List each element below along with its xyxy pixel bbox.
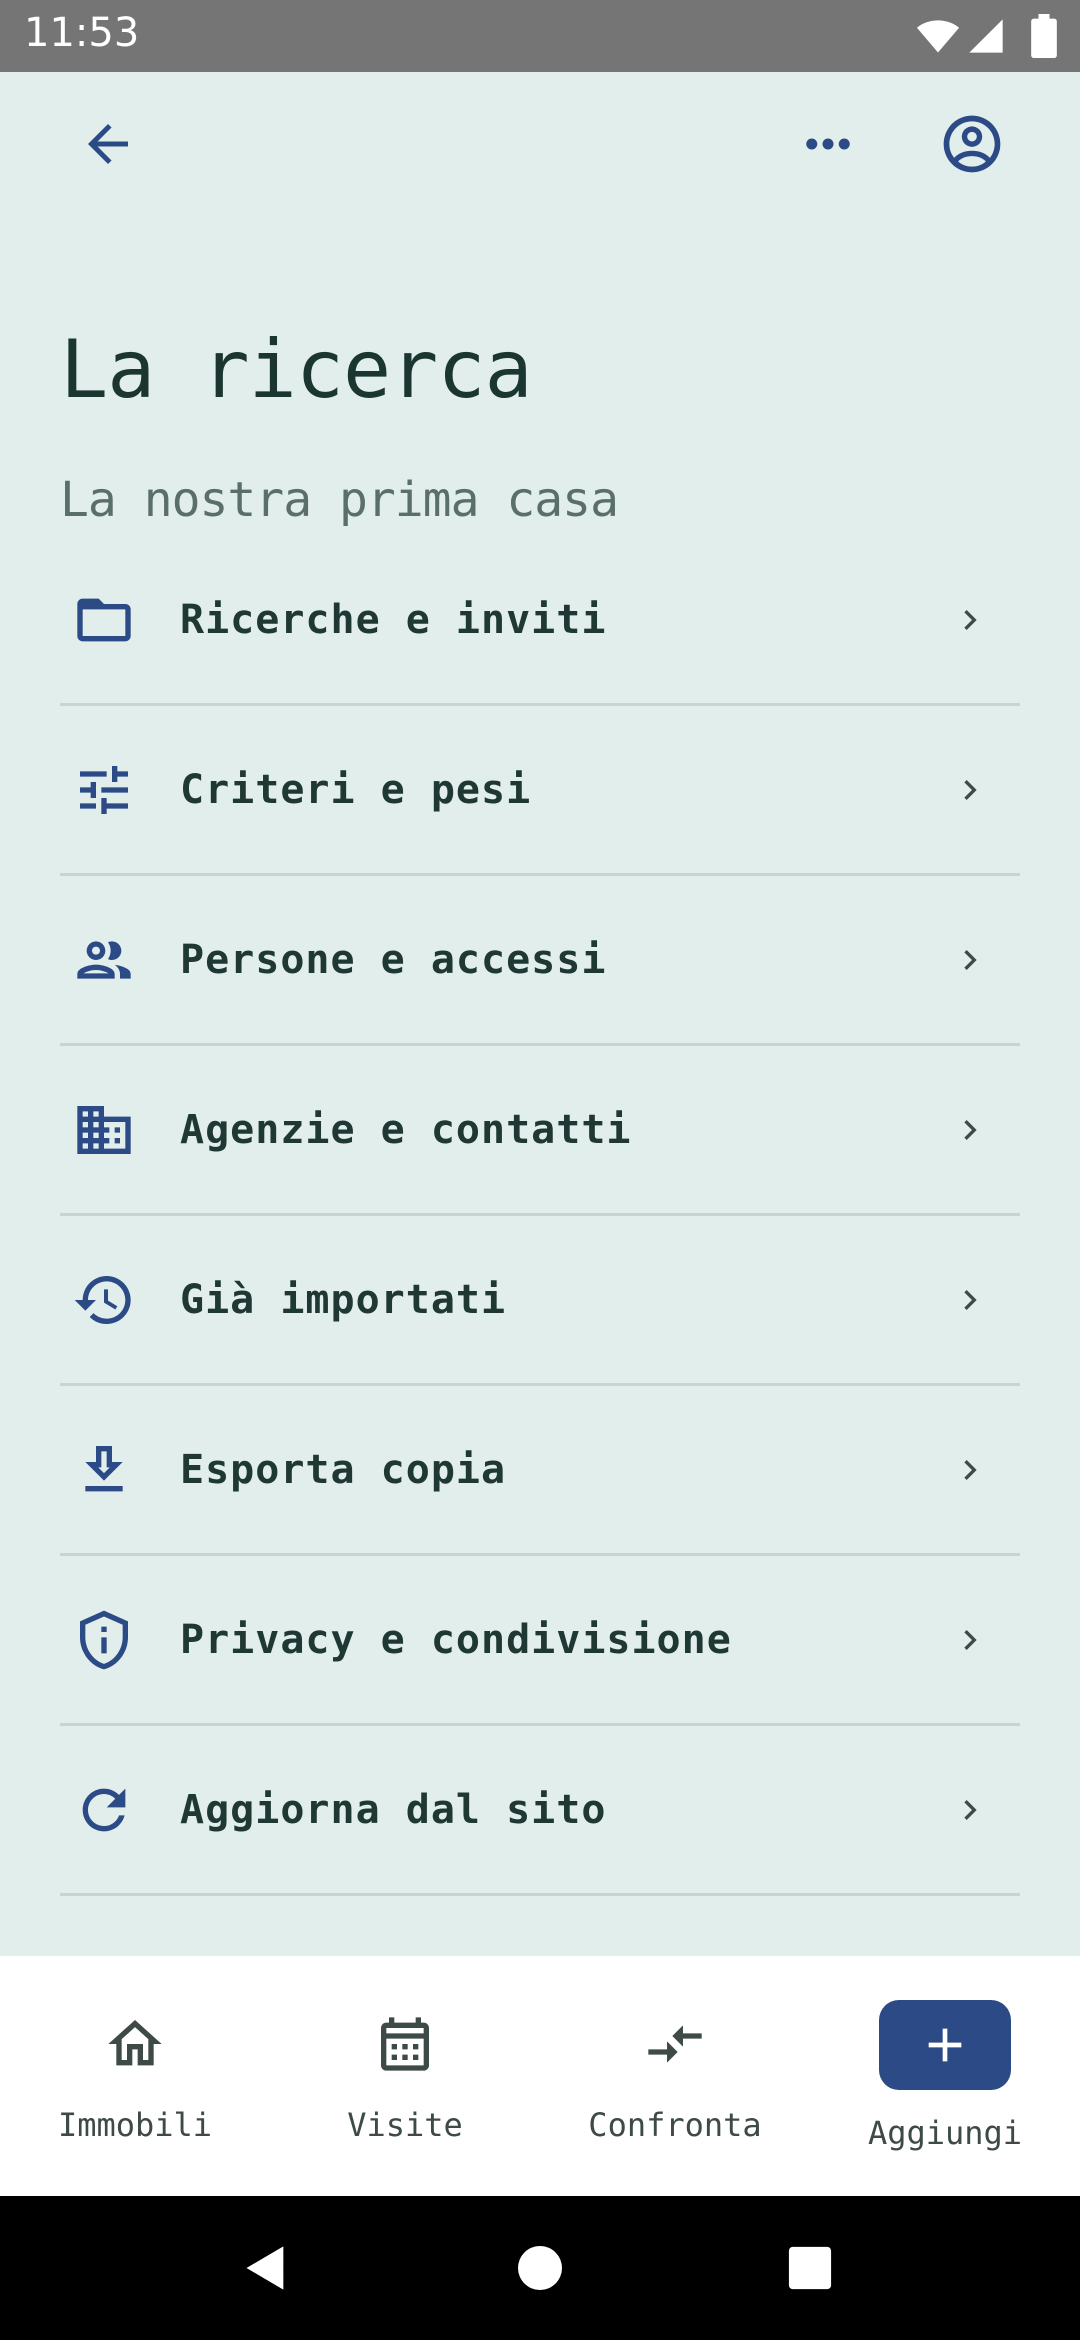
triangle-back-icon — [246, 2246, 284, 2290]
refresh-icon — [82, 1788, 126, 1831]
menu-item-aggiorna[interactable]: Aggiorna dal sito — [60, 1726, 1020, 1896]
menu-item-label: Ricerche e inviti — [180, 597, 607, 643]
system-recents-button[interactable] — [770, 2228, 850, 2308]
battery-icon — [1031, 14, 1057, 58]
page-title: La ricerca — [60, 323, 533, 416]
calendar-icon — [381, 2017, 429, 2071]
home-icon — [108, 2020, 162, 2066]
more-horiz-icon — [806, 138, 850, 150]
system-home-button[interactable] — [500, 2228, 580, 2308]
app-bar — [0, 72, 1080, 216]
nav-label: Aggiungi — [867, 2114, 1023, 2152]
add-icon — [928, 2028, 962, 2062]
chevron-right-icon — [964, 1289, 977, 1310]
nav-item-confronta[interactable]: Confronta — [540, 1956, 810, 2196]
nav-item-aggiungi[interactable]: Aggiungi — [810, 1956, 1080, 2196]
menu-item-esporta[interactable]: Esporta copia — [60, 1386, 1020, 1556]
nav-item-visite[interactable]: Visite — [270, 1956, 540, 2196]
business-icon — [77, 1105, 131, 1154]
history-icon — [74, 1275, 131, 1324]
menu-item-label: Esporta copia — [180, 1446, 507, 1493]
chevron-right-icon — [964, 949, 977, 970]
profile-button[interactable] — [924, 96, 1020, 192]
menu-item-label: Persone e accessi — [180, 936, 607, 983]
menu-item-label: Agenzie e contatti — [180, 1106, 632, 1153]
settings-menu: Ricerche e inviti Criteri e pesi Persone… — [60, 548, 1020, 1896]
tune-icon — [80, 765, 128, 814]
menu-item-ricerche[interactable]: Ricerche e inviti — [60, 548, 1020, 706]
page-subtitle: La nostra prima casa — [60, 472, 619, 528]
circle-home-icon — [518, 2246, 562, 2290]
chevron-right-icon — [964, 1799, 977, 1820]
menu-item-label: Aggiorna dal sito — [180, 1786, 607, 1833]
chevron-right-icon — [964, 1119, 977, 1140]
system-nav-bar — [0, 2196, 1080, 2340]
wifi-icon — [916, 20, 960, 53]
signal-icon — [969, 19, 1003, 53]
system-back-button[interactable] — [226, 2228, 306, 2308]
people-icon — [77, 940, 131, 979]
back-button[interactable] — [60, 96, 156, 192]
compare-arrows-icon — [648, 2025, 702, 2063]
menu-item-privacy[interactable]: Privacy e condivisione — [60, 1556, 1020, 1726]
shield-icon — [80, 1610, 128, 1669]
menu-item-label: Privacy e condivisione — [180, 1616, 732, 1663]
more-options-button[interactable] — [780, 96, 876, 192]
square-recents-icon — [788, 2246, 832, 2290]
menu-item-label: Criteri e pesi — [180, 766, 532, 813]
bottom-nav: Immobili Visite Confronta Aggiungi — [0, 1956, 1080, 2196]
add-button[interactable] — [879, 2000, 1011, 2090]
nav-label: Immobili — [57, 2106, 213, 2144]
nav-item-immobili[interactable]: Immobili — [0, 1956, 270, 2196]
menu-item-importati[interactable]: Già importati — [60, 1216, 1020, 1386]
folder-icon — [77, 598, 131, 642]
menu-item-agenzie[interactable]: Agenzie e contatti — [60, 1046, 1020, 1216]
arrow-back-icon — [88, 124, 128, 164]
menu-item-label: Già importati — [180, 1276, 507, 1323]
account-circle-icon — [943, 115, 1001, 173]
chevron-right-icon — [964, 1629, 977, 1650]
nav-label: Confronta — [588, 2106, 762, 2144]
chevron-right-icon — [964, 779, 977, 800]
chevron-right-icon — [964, 610, 977, 630]
menu-item-persone[interactable]: Persone e accessi — [60, 876, 1020, 1046]
status-bar: 11:53 — [0, 0, 1080, 72]
menu-item-criteri[interactable]: Criteri e pesi — [60, 706, 1020, 876]
chevron-right-icon — [964, 1459, 977, 1480]
status-time: 11:53 — [24, 10, 140, 56]
nav-label: Visite — [347, 2106, 463, 2144]
download-icon — [85, 1445, 123, 1491]
